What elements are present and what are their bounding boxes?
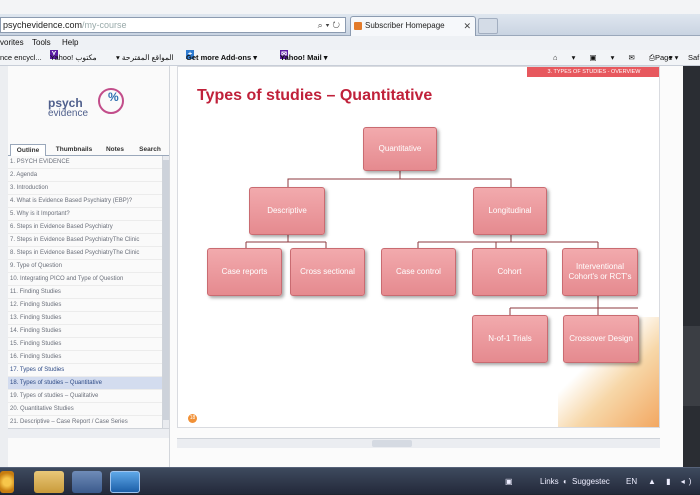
slide-number: 18: [188, 414, 197, 423]
suggested-sites-icon[interactable]: ◐: [563, 468, 568, 495]
favorites-bar: nce encycl... Y Yahoo! مكتوب ▾ المواقع ال…: [0, 50, 700, 66]
node-cross-sectional: Cross sectional: [290, 248, 365, 296]
outline-item[interactable]: 7. Steps in Evidence Based PsychiatryThe…: [8, 234, 162, 247]
outline-item[interactable]: 9. Type of Question: [8, 260, 162, 273]
address-domain: psychevidence.com: [3, 20, 83, 30]
right-strip: [683, 326, 700, 406]
sidebar-bottom-bar: [8, 428, 169, 438]
node-case-control: Case control: [381, 248, 456, 296]
taskbar-tray-icon[interactable]: ▣: [505, 468, 513, 495]
sidebar-tabs: Outline Thumbnails Notes Search: [8, 144, 169, 156]
refresh-icon[interactable]: ↻: [332, 20, 343, 30]
menu-bar: vorites Tools Help: [0, 36, 700, 50]
outline-item[interactable]: 18. Types of studies – Quantitative: [8, 377, 162, 390]
outline-item[interactable]: 4. What is Evidence Based Psychiatry (EB…: [8, 195, 162, 208]
outline-item[interactable]: 8. Steps in Evidence Based PsychiatryThe…: [8, 247, 162, 260]
tab-notes[interactable]: Notes: [100, 144, 130, 156]
outline-item[interactable]: 12. Finding Studies: [8, 299, 162, 312]
menu-tools[interactable]: Tools: [32, 36, 51, 50]
new-tab-button[interactable]: [478, 18, 498, 34]
taskbar: ▣ Links ◐ Suggestec EN ▲ ▮ ◂): [0, 467, 700, 494]
presentation-sidebar: psych evidence % Outline Thumbnails Note…: [8, 66, 170, 467]
outline-item[interactable]: 17. Types of Studies: [8, 364, 162, 377]
outline-item[interactable]: 19. Types of studies – Qualitative: [8, 390, 162, 403]
address-path: /my-course: [82, 20, 127, 30]
tab-title: Subscriber Homepage: [365, 21, 445, 30]
favicon-icon: [354, 22, 362, 30]
links-toolbar[interactable]: Links: [540, 468, 559, 495]
menu-favorites[interactable]: vorites: [0, 36, 24, 50]
outline-item[interactable]: 6. Steps in Evidence Based Psychiatry: [8, 221, 162, 234]
slide-horizontal-scrollbar[interactable]: [177, 438, 660, 448]
safety-menu[interactable]: Saf: [688, 50, 699, 66]
browser-window: psychevidence.com/my-course ⌕▾↻ Subscrib…: [0, 0, 700, 467]
outline-item[interactable]: 2. Agenda: [8, 169, 162, 182]
node-interventional: Interventional Cohort's or RCT's: [562, 248, 638, 296]
outline-item[interactable]: 13. Finding Studies: [8, 312, 162, 325]
tab-subscriber-homepage[interactable]: Subscriber Homepage ✕: [350, 16, 476, 36]
outline-item[interactable]: 1. PSYCH EVIDENCE: [8, 156, 162, 169]
percent-icon: %: [108, 90, 119, 104]
outline-item[interactable]: 15. Finding Studies: [8, 338, 162, 351]
outline-item[interactable]: 5. Why is it Important?: [8, 208, 162, 221]
outline-item[interactable]: 16. Finding Studies: [8, 351, 162, 364]
slide-canvas: 3. TYPES OF STUDIES - OVERVIEW Types of …: [177, 66, 660, 428]
node-cohort: Cohort: [472, 248, 547, 296]
outline-item[interactable]: 10. Integrating PICO and Type of Questio…: [8, 273, 162, 286]
left-margin: [0, 66, 8, 467]
favorite-suggested-sites[interactable]: ▾ المواقع المقترحة: [116, 50, 174, 66]
explorer-icon[interactable]: [34, 471, 64, 493]
node-n-of-1-trials: N-of-1 Trials: [472, 315, 548, 363]
search-icon[interactable]: ⌕: [318, 20, 326, 30]
tab-thumbnails[interactable]: Thumbnails: [48, 144, 100, 156]
content-area: psych evidence % Outline Thumbnails Note…: [0, 66, 700, 467]
start-button[interactable]: [0, 471, 14, 493]
node-crossover-design: Crossover Design: [563, 315, 639, 363]
close-tab-icon[interactable]: ✕: [463, 17, 471, 35]
outline-item[interactable]: 11. Finding Studies: [8, 286, 162, 299]
node-longitudinal: Longitudinal: [473, 187, 547, 235]
tab-outline[interactable]: Outline: [10, 144, 46, 156]
node-quantitative: Quantitative: [363, 127, 437, 171]
outline-item[interactable]: 20. Quantitative Studies: [8, 403, 162, 416]
node-case-reports: Case reports: [207, 248, 282, 296]
address-icons[interactable]: ⌕▾↻: [318, 18, 343, 32]
scroll-knob[interactable]: [372, 440, 412, 447]
logo-word-evidence: evidence: [48, 108, 89, 119]
media-player-icon[interactable]: [72, 471, 102, 493]
tray-icons[interactable]: ▲ ▮ ◂): [648, 468, 695, 495]
internet-explorer-icon[interactable]: [110, 471, 140, 493]
menu-help[interactable]: Help: [62, 36, 78, 50]
outline-scrollbar[interactable]: [162, 156, 169, 428]
outline-item[interactable]: 3. Introduction: [8, 182, 162, 195]
scrollbar-thumb[interactable]: [163, 160, 169, 420]
address-input[interactable]: psychevidence.com/my-course ⌕▾↻: [0, 17, 346, 33]
suggested-sites[interactable]: Suggestec: [572, 468, 610, 495]
language-indicator[interactable]: EN: [626, 468, 637, 495]
address-bar-row: psychevidence.com/my-course ⌕▾↻ Subscrib…: [0, 14, 700, 36]
node-descriptive: Descriptive: [249, 187, 325, 235]
page-menu[interactable]: Page ▾: [655, 50, 678, 66]
outline-item[interactable]: 14. Finding Studies: [8, 325, 162, 338]
outline-list: 1. PSYCH EVIDENCE 2. Agenda 3. Introductio…: [8, 156, 162, 429]
right-dark-pane: [683, 66, 700, 467]
psych-evidence-logo: psych evidence %: [48, 84, 138, 134]
tab-search[interactable]: Search: [132, 144, 168, 156]
favorite-encyclopedia[interactable]: nce encycl...: [0, 50, 42, 66]
